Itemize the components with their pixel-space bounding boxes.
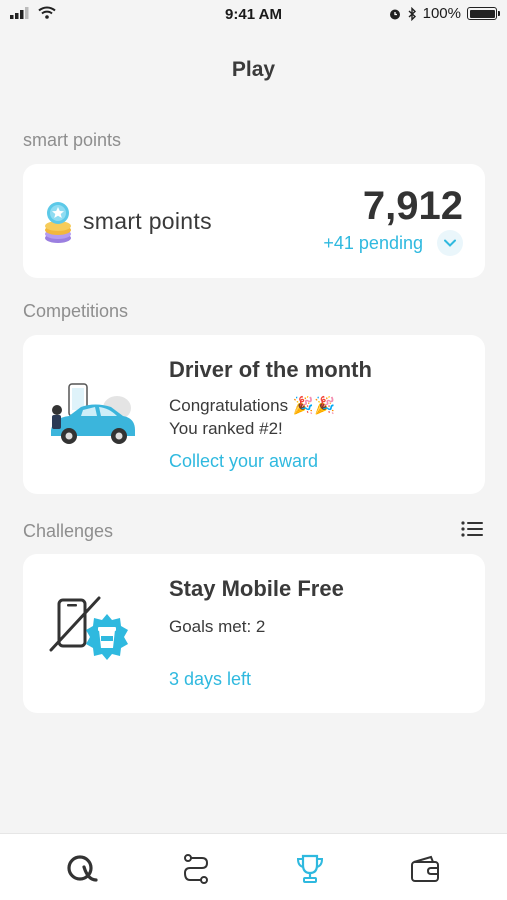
- competition-rank: You ranked #2!: [169, 419, 283, 438]
- tab-play[interactable]: [293, 852, 327, 886]
- wallet-icon: [411, 855, 439, 882]
- chevron-down-icon: [444, 239, 456, 247]
- competition-card[interactable]: Driver of the month Congratulations 🎉🎉 Y…: [23, 335, 485, 494]
- car-illustration-icon: [51, 383, 135, 444]
- alarm-icon: [389, 9, 400, 19]
- tab-home[interactable]: [65, 852, 99, 886]
- page-title: Play: [231, 58, 276, 81]
- expand-pending-button[interactable]: [437, 230, 463, 256]
- tab-wallet[interactable]: [408, 852, 442, 886]
- status-right: 100%: [388, 5, 500, 22]
- coin-stack-icon: [45, 202, 71, 243]
- competitions-section-label: Competitions: [23, 301, 129, 321]
- status-bar: 9:41 AM 100%: [0, 0, 507, 32]
- competition-congrats: Congratulations 🎉🎉: [169, 396, 336, 415]
- challenge-goals: Goals met: 2: [169, 617, 266, 636]
- bottom-tab-bar: [0, 833, 507, 900]
- trophy-icon: [296, 854, 324, 883]
- challenge-title: Stay Mobile Free: [169, 576, 344, 601]
- points-section-label: smart points: [23, 130, 122, 150]
- list-view-icon[interactable]: [461, 520, 483, 538]
- battery-icon: [467, 7, 500, 20]
- no-phone-badge-icon: [49, 596, 128, 660]
- play-screen: 9:41 AM 100% Play smart points smart poi…: [0, 0, 507, 900]
- tab-trips[interactable]: [179, 852, 213, 886]
- collect-award-link[interactable]: Collect your award: [169, 451, 318, 472]
- competition-title: Driver of the month: [169, 357, 372, 382]
- challenges-section-label: Challenges: [23, 521, 114, 541]
- points-label: smart points: [83, 208, 212, 234]
- days-left-link[interactable]: 3 days left: [169, 669, 251, 690]
- bluetooth-icon: [408, 6, 416, 21]
- challenge-card[interactable]: Stay Mobile Free Goals met: 2 3 days lef…: [23, 554, 485, 713]
- route-icon: [183, 854, 209, 884]
- pending-points: +41 pending: [323, 233, 423, 253]
- points-value: 7,912: [362, 184, 463, 228]
- battery-percent: 100%: [422, 5, 461, 22]
- q-logo-icon: [67, 855, 98, 882]
- points-card[interactable]: smart points 7,912 +41 pending: [23, 164, 485, 278]
